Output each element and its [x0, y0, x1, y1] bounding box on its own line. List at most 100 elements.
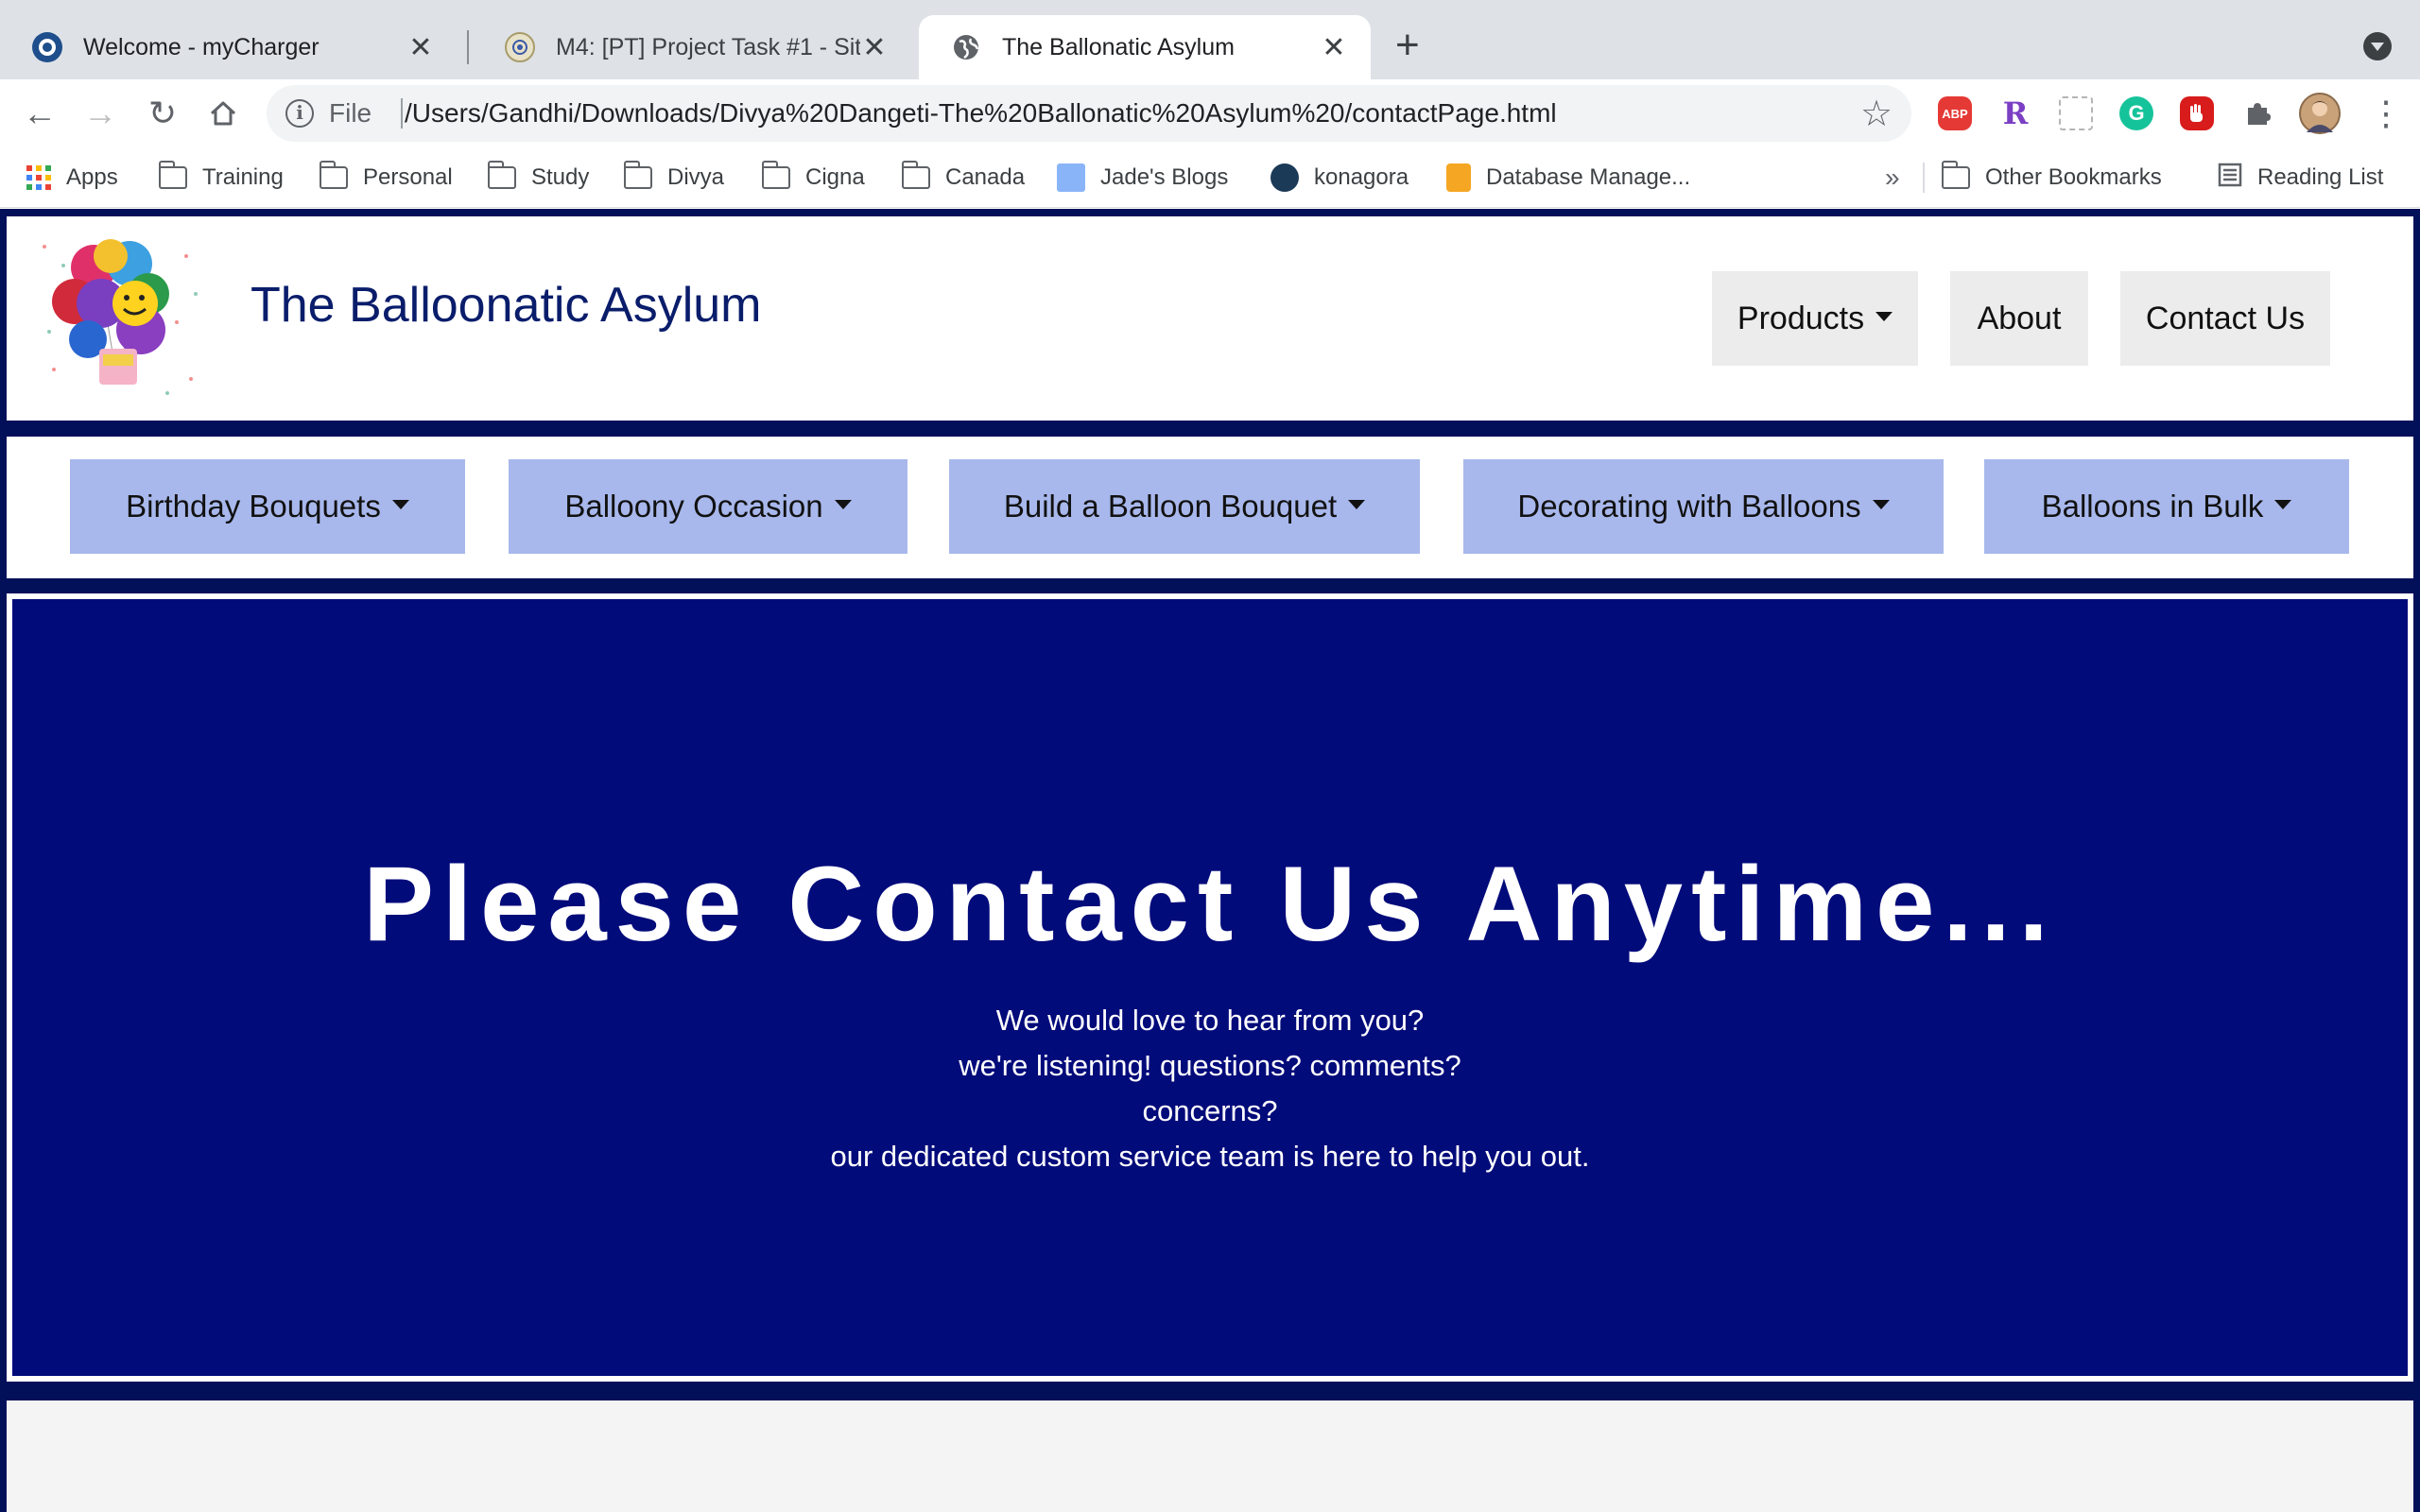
- category-label: Balloony Occasion: [564, 489, 823, 524]
- close-icon[interactable]: ✕: [406, 31, 435, 64]
- url-scheme: File: [329, 98, 372, 128]
- nav-contact-us-button[interactable]: Contact Us: [2120, 271, 2330, 366]
- new-tab-plus-icon[interactable]: +: [1395, 25, 1420, 66]
- caret-down-icon: [1872, 500, 1890, 509]
- bookmark-folder-study[interactable]: Study: [487, 159, 590, 197]
- bookmark-folder-divya[interactable]: Divya: [623, 159, 725, 197]
- bookmark-label: Divya: [667, 164, 725, 190]
- folder-icon: [158, 161, 187, 189]
- bookmark-konagora[interactable]: konagora: [1270, 159, 1409, 197]
- adblock-plus-icon[interactable]: ABP: [1938, 96, 1972, 130]
- close-icon[interactable]: ✕: [860, 31, 889, 64]
- category-birthday-bouquets-button[interactable]: Birthday Bouquets: [70, 459, 465, 554]
- folder-icon: [487, 161, 516, 189]
- caret-down-icon: [1876, 312, 1893, 321]
- bookmark-label: Cigna: [805, 164, 865, 190]
- bookmark-apps[interactable]: Apps: [26, 159, 118, 197]
- blog-icon: [1057, 163, 1085, 192]
- bookmarks-bar: Apps Training Personal Study Divya Cigna…: [0, 147, 2420, 208]
- folder-icon: [1941, 161, 1970, 189]
- folder-icon: [319, 161, 348, 189]
- folder-icon: [901, 161, 930, 189]
- bookmark-folder-cigna[interactable]: Cigna: [761, 159, 865, 197]
- nav-label: About: [1977, 300, 2062, 336]
- avatar[interactable]: [2299, 93, 2341, 134]
- back-arrow-icon[interactable]: ←: [19, 93, 60, 134]
- bookmark-label: Study: [531, 164, 590, 190]
- category-build-a-balloon-bouquet-button[interactable]: Build a Balloon Bouquet: [949, 459, 1420, 554]
- bookmark-label: Canada: [945, 164, 1026, 190]
- browser-menu-icon[interactable]: ⋮: [2369, 94, 2403, 132]
- address-bar[interactable]: i File /Users/Gandhi/Downloads/Divya%20D…: [267, 85, 1911, 142]
- category-balloony-occasion-button[interactable]: Balloony Occasion: [509, 459, 908, 554]
- caret-down-icon: [1348, 500, 1366, 509]
- bookmark-folder-canada[interactable]: Canada: [901, 159, 1026, 197]
- category-label: Build a Balloon Bouquet: [1003, 489, 1338, 524]
- konagora-icon: [1270, 163, 1299, 192]
- tab-ballonatic-asylum[interactable]: The Ballonatic Asylum ✕: [919, 15, 1371, 79]
- contact-line: concerns?: [1142, 1094, 1278, 1127]
- tab-title: Welcome - myCharger: [83, 33, 320, 60]
- bookmark-folder-training[interactable]: Training: [158, 159, 284, 197]
- scheme-divider: [401, 98, 403, 129]
- tab-mycharger[interactable]: Welcome - myCharger ✕: [0, 15, 458, 79]
- stop-hand-icon[interactable]: [2180, 96, 2214, 130]
- reading-list[interactable]: Reading List: [2218, 159, 2383, 197]
- tab-title: The Ballonatic Asylum: [1002, 33, 1235, 60]
- bookmark-label: Training: [202, 164, 284, 190]
- bookmark-database-manage[interactable]: Database Manage...: [1446, 159, 1690, 197]
- category-decorating-with-balloons-button[interactable]: Decorating with Balloons: [1463, 459, 1944, 554]
- tab-project-task[interactable]: M4: [PT] Project Task #1 - Site ✕: [473, 15, 911, 79]
- bookmark-folder-personal[interactable]: Personal: [319, 159, 453, 197]
- puzzle-extensions-icon[interactable]: [2240, 96, 2274, 130]
- contact-line: we're listening! questions? comments?: [959, 1049, 1461, 1082]
- category-balloons-in-bulk-button[interactable]: Balloons in Bulk: [1984, 459, 2349, 554]
- home-icon[interactable]: [202, 93, 244, 138]
- category-label: Birthday Bouquets: [126, 489, 381, 524]
- bookmarks-overflow-chevron[interactable]: »: [1885, 163, 1900, 193]
- contact-line: our dedicated custom service team is her…: [830, 1140, 1590, 1173]
- url-text[interactable]: /Users/Gandhi/Downloads/Divya%20Dangeti-…: [405, 98, 1557, 129]
- grammarly-icon[interactable]: G: [2119, 96, 2153, 130]
- apps-grid-icon: [26, 165, 51, 190]
- tab-strip: Welcome - myCharger ✕ M4: [PT] Project T…: [0, 0, 2420, 79]
- bookmark-label: konagora: [1314, 164, 1409, 190]
- tab-separator: [467, 30, 469, 64]
- caret-down-icon: [834, 500, 852, 509]
- bookmark-label: Jade's Blogs: [1100, 164, 1229, 190]
- info-icon[interactable]: i: [285, 99, 314, 128]
- bookmark-label: Personal: [363, 164, 453, 190]
- dashed-extension-icon[interactable]: [2059, 96, 2093, 130]
- category-bar: Birthday Bouquets Balloony Occasion Buil…: [7, 437, 2413, 578]
- forward-arrow-icon[interactable]: →: [79, 93, 121, 134]
- bookmark-star-icon[interactable]: ☆: [1860, 93, 1893, 135]
- bookmark-label: Reading List: [2257, 164, 2384, 190]
- bookmark-jades-blogs[interactable]: Jade's Blogs: [1057, 159, 1228, 197]
- tab-search-icon[interactable]: [2363, 32, 2392, 60]
- folder-icon: [623, 161, 652, 189]
- bookmarks-separator: [1923, 163, 1925, 193]
- close-icon[interactable]: ✕: [1320, 31, 1348, 64]
- nav-label: Contact Us: [2145, 300, 2306, 336]
- site-header: The Balloonatic Asylum Products About Co…: [7, 216, 2413, 421]
- page-viewport: The Balloonatic Asylum Products About Co…: [0, 209, 2420, 1512]
- bookmark-label: Other Bookmarks: [1985, 164, 2162, 190]
- mycharger-icon: [32, 32, 62, 62]
- reload-icon[interactable]: ↻: [142, 93, 183, 134]
- balloon-bouquet-logo[interactable]: [35, 228, 205, 402]
- content-section: [7, 1400, 2413, 1512]
- bookmark-other-bookmarks[interactable]: Other Bookmarks: [1941, 159, 2162, 197]
- bookmark-label: Apps: [66, 164, 118, 190]
- caret-down-icon: [391, 500, 409, 509]
- nav-about-button[interactable]: About: [1950, 271, 2088, 366]
- contact-hero: Please Contact Us Anytime... We would lo…: [7, 593, 2413, 1382]
- bookmark-label: Database Manage...: [1486, 164, 1691, 190]
- tab-title: M4: [PT] Project Task #1 - Site: [556, 33, 860, 60]
- nav-products-button[interactable]: Products: [1712, 271, 1918, 366]
- globe-icon: [951, 32, 981, 62]
- university-seal-icon: [505, 32, 535, 62]
- site-title: The Balloonatic Asylum: [251, 278, 762, 333]
- r-extension-icon[interactable]: R: [1998, 95, 2032, 131]
- nav-label: Products: [1737, 300, 1865, 336]
- category-label: Decorating with Balloons: [1517, 489, 1861, 524]
